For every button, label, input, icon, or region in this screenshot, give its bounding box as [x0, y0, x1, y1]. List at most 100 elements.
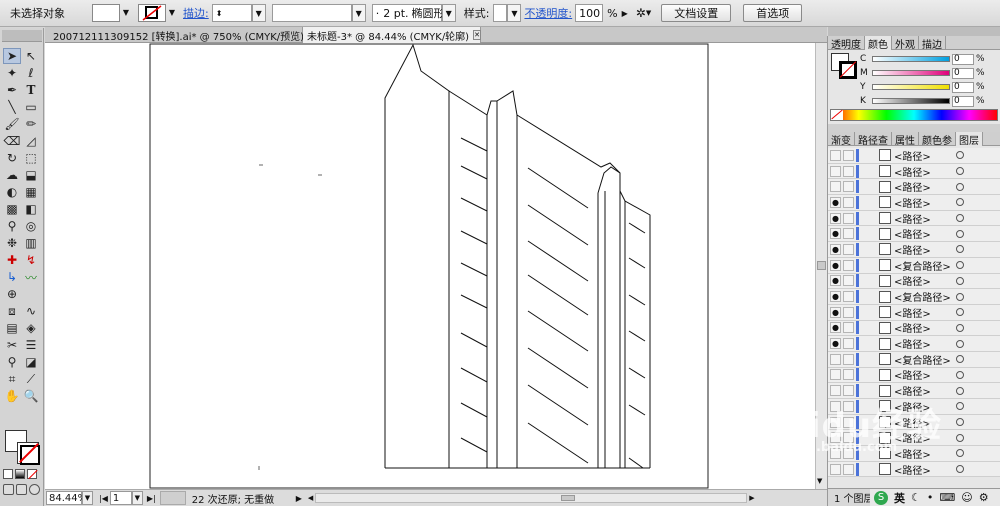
layer-row[interactable]: <路径>: [828, 148, 1000, 164]
stroke-weight-field[interactable]: ⬍: [211, 4, 252, 22]
rotate-tool-icon[interactable]: ↻: [3, 150, 21, 166]
visibility-eye-icon[interactable]: [830, 165, 841, 177]
layer-name[interactable]: <路径>: [894, 320, 950, 335]
layer-row[interactable]: ● <路径>: [828, 226, 1000, 243]
column-graph-icon[interactable]: ▥: [22, 235, 40, 251]
wrap-tool-icon[interactable]: ◈: [22, 320, 40, 336]
artboard-tool-icon[interactable]: ⧈: [3, 303, 21, 319]
layer-name[interactable]: <复合路径>: [894, 289, 950, 304]
slice-tool-icon[interactable]: ∿: [22, 303, 40, 319]
zoom-tool-icon[interactable]: 🔍: [22, 388, 40, 404]
layer-name[interactable]: <路径>: [894, 273, 950, 288]
lock-toggle[interactable]: [843, 385, 854, 397]
close-icon[interactable]: ✕: [473, 30, 481, 40]
variable-width-profile[interactable]: [271, 4, 352, 22]
document-setup-button[interactable]: 文档设置: [661, 4, 732, 22]
lock-toggle[interactable]: [843, 353, 854, 365]
target-circle-icon[interactable]: [956, 167, 964, 176]
eyedropper-icon[interactable]: ⚲: [3, 218, 21, 234]
blend-tool-icon[interactable]: ◎: [22, 218, 40, 234]
visibility-eye-icon[interactable]: ●: [830, 228, 841, 240]
lock-toggle[interactable]: [843, 275, 854, 287]
visibility-eye-icon[interactable]: [830, 385, 841, 397]
user-icon[interactable]: ☺: [961, 491, 972, 504]
yellow-slider[interactable]: [872, 84, 950, 90]
visibility-eye-icon[interactable]: ●: [830, 306, 841, 318]
target-circle-icon[interactable]: [956, 229, 964, 238]
grid-tool-icon[interactable]: ▤: [3, 320, 21, 336]
stroke-weight-dropdown[interactable]: ▼: [251, 4, 266, 22]
none-swatch[interactable]: [831, 109, 843, 120]
tab-document-2[interactable]: 未标题-3* @ 84.44% (CMYK/轮廓) ✕: [303, 27, 481, 43]
chevron-down-icon[interactable]: ▼: [646, 9, 651, 17]
lock-toggle[interactable]: [843, 306, 854, 318]
tab-pathfinder[interactable]: 路径查: [855, 132, 892, 147]
fill-stroke-swatches[interactable]: [3, 430, 41, 466]
lock-toggle[interactable]: [843, 291, 854, 303]
layer-row[interactable]: <复合路径>: [828, 351, 1000, 368]
layer-row[interactable]: <路径>: [828, 163, 1000, 180]
zoom-level-field[interactable]: 84.44%: [46, 491, 87, 505]
target-circle-icon[interactable]: [956, 449, 964, 458]
line-tool-icon[interactable]: ╲: [3, 99, 21, 115]
visibility-eye-icon[interactable]: ●: [830, 212, 841, 224]
lock-toggle[interactable]: [843, 212, 854, 224]
tab-transparency[interactable]: 透明度: [828, 36, 865, 51]
fill-swatch[interactable]: ▼: [92, 4, 129, 22]
scroll-down-arrow-icon[interactable]: ▼: [817, 477, 822, 485]
selection-tool-icon[interactable]: ➤: [3, 48, 21, 64]
visibility-eye-icon[interactable]: ●: [830, 338, 841, 350]
yellow-value-input[interactable]: 0: [952, 81, 974, 93]
scroll-thumb[interactable]: [561, 495, 576, 501]
target-circle-icon[interactable]: [956, 386, 964, 395]
lock-toggle[interactable]: [843, 463, 854, 475]
layer-row[interactable]: ● <路径>: [828, 336, 1000, 352]
layer-row[interactable]: ● <复合路径>: [828, 257, 1000, 274]
live-paint-icon[interactable]: ◪: [22, 354, 40, 370]
visibility-eye-icon[interactable]: [830, 463, 841, 475]
lock-toggle[interactable]: [843, 338, 854, 350]
tab-color[interactable]: 颜色: [865, 36, 892, 51]
hand-tool-icon[interactable]: ✋: [3, 388, 21, 404]
target-circle-icon[interactable]: [956, 355, 964, 364]
gradient-tool-icon[interactable]: ◧: [22, 201, 40, 217]
lock-toggle[interactable]: [843, 228, 854, 240]
layer-name[interactable]: <路径>: [894, 383, 950, 398]
layer-name[interactable]: <复合路径>: [894, 352, 950, 367]
lock-toggle[interactable]: [843, 369, 854, 381]
crop-icon[interactable]: ⌗: [3, 371, 21, 387]
visibility-eye-icon[interactable]: [830, 149, 841, 161]
color-panel-swatches[interactable]: [831, 53, 859, 81]
brush-dropdown[interactable]: ▼: [441, 4, 456, 22]
target-circle-icon[interactable]: [956, 370, 964, 379]
target-circle-icon[interactable]: [956, 198, 964, 207]
layer-row[interactable]: ● <路径>: [828, 304, 1000, 321]
symbol-sprayer-icon[interactable]: ❉: [3, 235, 21, 251]
shape-builder-icon[interactable]: ◐: [3, 184, 21, 200]
ime-language[interactable]: 英: [894, 490, 905, 506]
lasso-icon[interactable]: ℓ: [22, 65, 40, 81]
visibility-eye-icon[interactable]: ●: [830, 291, 841, 303]
tab-layers[interactable]: 图层: [956, 132, 983, 147]
stroke-label-link[interactable]: 描边:: [180, 5, 212, 21]
layer-name[interactable]: <路径>: [894, 179, 950, 194]
stepper-icon[interactable]: ⬍: [216, 9, 223, 18]
black-value-input[interactable]: 0: [952, 95, 974, 107]
layer-row[interactable]: ● <路径>: [828, 320, 1000, 337]
lock-toggle[interactable]: [843, 322, 854, 334]
layer-name[interactable]: <路径>: [894, 164, 950, 179]
visibility-eye-icon[interactable]: ●: [830, 259, 841, 271]
layer-name[interactable]: <路径>: [894, 242, 950, 257]
tab-appearance[interactable]: 外观: [892, 36, 919, 51]
lock-toggle[interactable]: [843, 149, 854, 161]
target-icon[interactable]: ⊕: [3, 286, 21, 302]
target-circle-icon[interactable]: [956, 418, 964, 427]
path-tool-blue-icon[interactable]: ↳: [3, 269, 21, 285]
zoom-dropdown[interactable]: ▼: [82, 491, 93, 505]
cyan-value-input[interactable]: 0: [952, 53, 974, 65]
free-transform-icon[interactable]: ⬓: [22, 167, 40, 183]
visibility-eye-icon[interactable]: ●: [830, 275, 841, 287]
visibility-eye-icon[interactable]: ●: [830, 243, 841, 255]
lock-toggle[interactable]: [843, 259, 854, 271]
paintbrush-icon[interactable]: 🖌: [3, 116, 21, 132]
